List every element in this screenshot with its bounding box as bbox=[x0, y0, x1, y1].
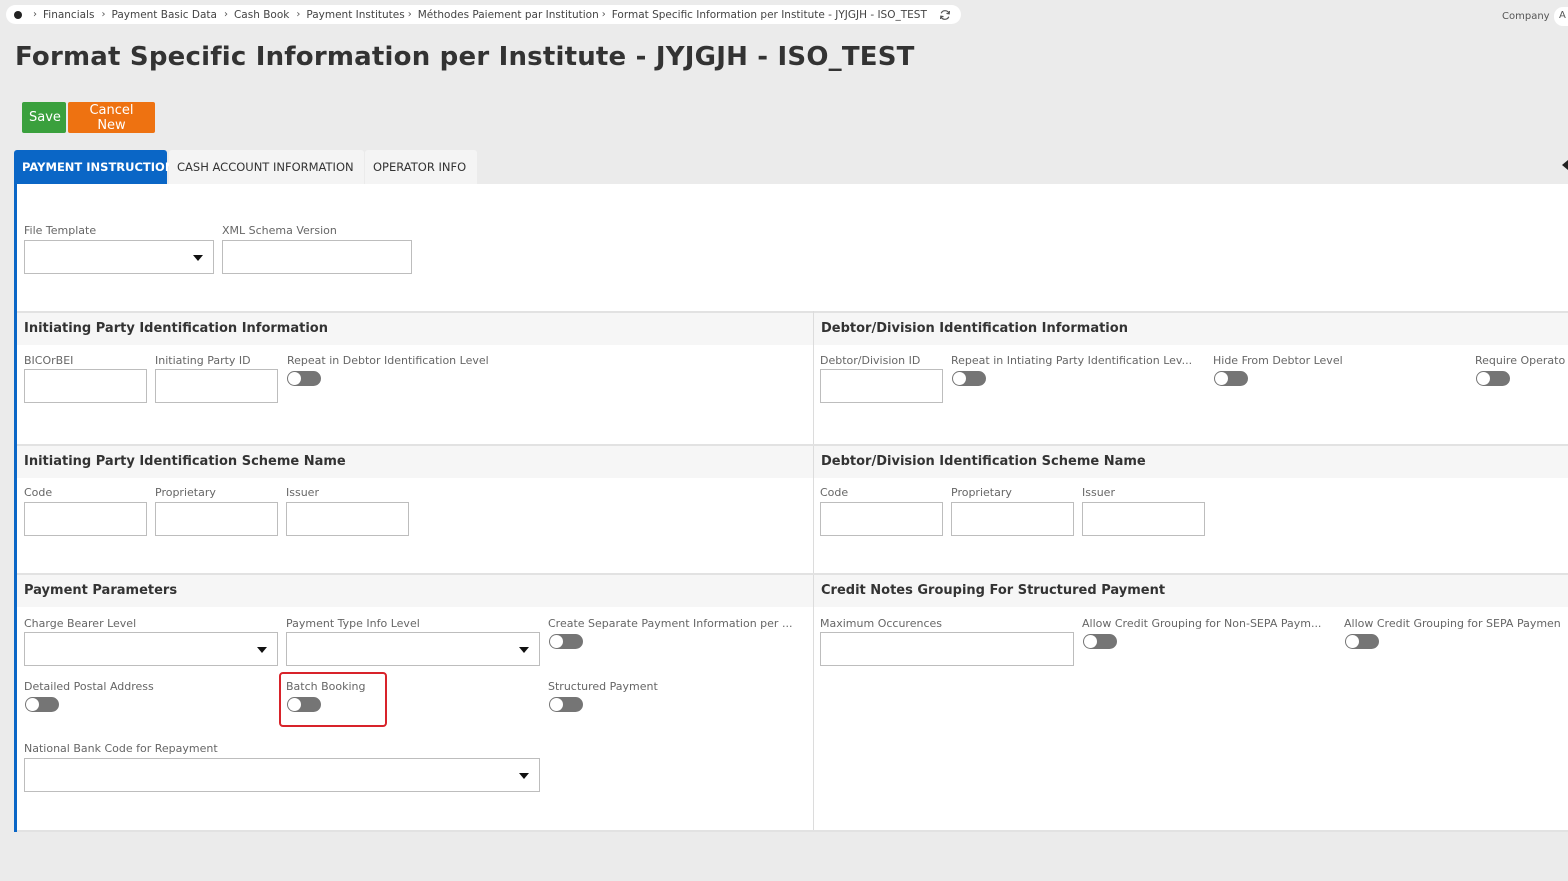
initiating-party-id-input[interactable] bbox=[155, 369, 278, 403]
require-operator-toggle[interactable] bbox=[1476, 371, 1510, 386]
save-button[interactable]: Save bbox=[22, 102, 66, 133]
toggle-knob bbox=[1346, 635, 1359, 648]
debtor-scheme-proprietary-input[interactable] bbox=[951, 502, 1074, 536]
detailed-postal-address-label: Detailed Postal Address bbox=[24, 680, 154, 693]
breadcrumb: › Financials › Payment Basic Data › Cash… bbox=[6, 5, 961, 24]
payment-instruction-panel: File Template XML Schema Version Initiat… bbox=[14, 184, 1568, 832]
require-operator-label: Require Operato bbox=[1475, 354, 1566, 367]
chevron-right-icon: › bbox=[296, 9, 301, 20]
chevron-right-icon: › bbox=[33, 9, 37, 20]
init-scheme-issuer-input[interactable] bbox=[286, 502, 409, 536]
caret-down-icon bbox=[519, 773, 529, 779]
tab-payment-instruction[interactable]: PAYMENT INSTRUCTION bbox=[14, 150, 174, 184]
toggle-knob bbox=[1477, 372, 1490, 385]
chevron-right-icon: › bbox=[407, 9, 412, 20]
charge-bearer-select[interactable] bbox=[24, 632, 278, 666]
maximum-occurences-label: Maximum Occurences bbox=[820, 617, 942, 630]
structured-payment-toggle[interactable] bbox=[549, 697, 583, 712]
national-bank-code-select[interactable] bbox=[24, 758, 540, 792]
file-template-select[interactable] bbox=[24, 240, 214, 274]
bottom-border bbox=[17, 830, 1568, 832]
debtor-scheme-proprietary-label: Proprietary bbox=[951, 486, 1012, 499]
file-template-label: File Template bbox=[24, 224, 97, 237]
chevron-right-icon: › bbox=[601, 9, 606, 20]
breadcrumb-item-financials[interactable]: Financials bbox=[43, 9, 94, 21]
payment-type-info-select[interactable] bbox=[286, 632, 540, 666]
refresh-icon[interactable] bbox=[939, 9, 951, 21]
bic-input[interactable] bbox=[24, 369, 147, 403]
init-scheme-proprietary-input[interactable] bbox=[155, 502, 278, 536]
page-title: Format Specific Information per Institut… bbox=[15, 42, 915, 72]
init-scheme-code-label: Code bbox=[24, 486, 53, 499]
home-icon[interactable] bbox=[14, 10, 22, 19]
debtor-id-label: Debtor/Division ID bbox=[820, 354, 921, 367]
toggle-knob bbox=[953, 372, 966, 385]
structured-payment-label: Structured Payment bbox=[548, 680, 658, 693]
caret-down-icon bbox=[193, 255, 203, 261]
breadcrumb-item-cash-book[interactable]: Cash Book bbox=[234, 9, 289, 21]
credit-notes-section-title: Credit Notes Grouping For Structured Pay… bbox=[814, 575, 1568, 607]
breadcrumb-item-methodes-paiement[interactable]: Méthodes Paiement par Institution bbox=[418, 9, 599, 21]
national-bank-code-label: National Bank Code for Repayment bbox=[24, 742, 218, 755]
detailed-postal-address-toggle[interactable] bbox=[25, 697, 59, 712]
toggle-knob bbox=[26, 698, 39, 711]
bic-label: BICOrBEI bbox=[24, 354, 74, 367]
chevron-right-icon: › bbox=[223, 9, 228, 20]
maximum-occurences-input[interactable] bbox=[820, 632, 1074, 666]
repeat-debtor-label: Repeat in Debtor Identification Level bbox=[287, 354, 489, 367]
init-scheme-proprietary-label: Proprietary bbox=[155, 486, 216, 499]
debtor-scheme-section-title: Debtor/Division Identification Scheme Na… bbox=[814, 446, 1568, 478]
toggle-knob bbox=[550, 635, 563, 648]
toggle-knob bbox=[288, 372, 301, 385]
caret-down-icon bbox=[257, 647, 267, 653]
payment-params-section-row bbox=[17, 573, 1568, 832]
debtor-scheme-code-input[interactable] bbox=[820, 502, 943, 536]
debtor-scheme-issuer-label: Issuer bbox=[1082, 486, 1115, 499]
debtor-id-input[interactable] bbox=[820, 369, 943, 403]
create-separate-payment-toggle[interactable] bbox=[549, 634, 583, 649]
hide-debtor-label: Hide From Debtor Level bbox=[1213, 354, 1343, 367]
company-selector[interactable]: A bbox=[1554, 7, 1568, 26]
toggle-knob bbox=[1215, 372, 1228, 385]
chevron-right-icon: › bbox=[101, 9, 106, 20]
credit-grouping-sepa-label: Allow Credit Grouping for SEPA Paymen bbox=[1344, 617, 1561, 630]
repeat-initiating-toggle[interactable] bbox=[952, 371, 986, 386]
breadcrumb-item-payment-institutes[interactable]: Payment Institutes bbox=[306, 9, 404, 21]
debtor-scheme-code-label: Code bbox=[820, 486, 849, 499]
credit-grouping-sepa-toggle[interactable] bbox=[1345, 634, 1379, 649]
initiating-scheme-section-title: Initiating Party Identification Scheme N… bbox=[17, 446, 813, 478]
caret-down-icon bbox=[519, 647, 529, 653]
batch-booking-highlight bbox=[279, 672, 387, 727]
create-separate-payment-label: Create Separate Payment Information per … bbox=[548, 617, 793, 630]
toggle-knob bbox=[1084, 635, 1097, 648]
init-scheme-code-input[interactable] bbox=[24, 502, 147, 536]
repeat-debtor-toggle[interactable] bbox=[287, 371, 321, 386]
initiating-party-id-label: Initiating Party ID bbox=[155, 354, 251, 367]
breadcrumb-item-payment-basic-data[interactable]: Payment Basic Data bbox=[111, 9, 217, 21]
payment-type-info-label: Payment Type Info Level bbox=[286, 617, 420, 630]
charge-bearer-label: Charge Bearer Level bbox=[24, 617, 137, 630]
initiating-party-section-title: Initiating Party Identification Informat… bbox=[17, 313, 813, 345]
debtor-scheme-issuer-input[interactable] bbox=[1082, 502, 1205, 536]
repeat-initiating-label: Repeat in Intiating Party Identification… bbox=[951, 354, 1193, 367]
tab-operator-info[interactable]: OPERATOR INFO bbox=[365, 150, 477, 184]
init-scheme-issuer-label: Issuer bbox=[286, 486, 319, 499]
cancel-new-button[interactable]: Cancel New bbox=[68, 102, 155, 133]
xml-schema-version-input[interactable] bbox=[222, 240, 412, 274]
payment-parameters-section-title: Payment Parameters bbox=[17, 575, 813, 607]
tab-cash-account-information[interactable]: CASH ACCOUNT INFORMATION bbox=[169, 150, 364, 184]
debtor-section-title: Debtor/Division Identification Informati… bbox=[814, 313, 1568, 345]
toggle-knob bbox=[550, 698, 563, 711]
company-label: Company bbox=[1502, 11, 1550, 22]
hide-debtor-toggle[interactable] bbox=[1214, 371, 1248, 386]
caret-left-icon[interactable] bbox=[1562, 160, 1568, 170]
xml-schema-version-label: XML Schema Version bbox=[222, 224, 337, 237]
credit-grouping-non-sepa-label: Allow Credit Grouping for Non-SEPA Paym.… bbox=[1082, 617, 1322, 630]
credit-grouping-non-sepa-toggle[interactable] bbox=[1083, 634, 1117, 649]
breadcrumb-item-current: Format Specific Information per Institut… bbox=[611, 8, 927, 21]
